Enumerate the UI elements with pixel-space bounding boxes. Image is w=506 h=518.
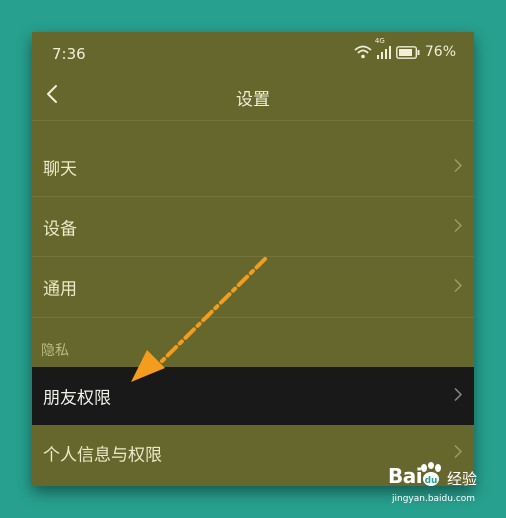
settings-item-chat[interactable]: 聊天: [32, 138, 474, 196]
status-time: 7:36: [52, 45, 86, 63]
divider: [32, 256, 474, 257]
chevron-right-icon: [454, 158, 463, 177]
settings-item-label: 设备: [43, 219, 77, 240]
settings-item-devices[interactable]: 设备: [32, 198, 474, 256]
settings-item-label: 通用: [43, 279, 77, 300]
settings-item-general[interactable]: 通用: [32, 258, 474, 316]
chevron-right-icon: [454, 278, 463, 297]
baidu-jingyan-watermark: Bai du 经验 jingyan.baidu.com: [388, 462, 488, 512]
settings-item-label: 个人信息与权限: [43, 445, 162, 466]
chevron-right-icon: [454, 218, 463, 237]
divider: [32, 120, 474, 121]
wifi-icon: [354, 45, 372, 59]
status-icons: 4G 76%: [354, 37, 456, 60]
phone-screen: 7:36 4G 76% 设置 聊天 设备 通用 隐私 朋友权限 个人信息与权限: [32, 32, 474, 486]
network-type: 4G: [374, 37, 385, 45]
navigation-bar: 设置: [32, 74, 474, 118]
status-bar: 7:36 4G 76%: [32, 32, 474, 74]
settings-item-label: 聊天: [43, 159, 77, 180]
divider: [32, 317, 474, 318]
paw-logo-icon: du: [416, 462, 446, 494]
watermark-jingyan: 经验: [447, 470, 478, 488]
settings-item-friend-permissions[interactable]: 朋友权限: [32, 367, 474, 425]
chevron-right-icon: [454, 387, 463, 406]
cellular-signal-icon: 4G: [375, 37, 391, 59]
watermark-url: jingyan.baidu.com: [392, 494, 476, 504]
section-header-privacy: 隐私: [41, 343, 69, 359]
svg-text:du: du: [425, 476, 438, 486]
battery-percent: 76%: [424, 44, 456, 60]
page-title: 设置: [236, 90, 270, 110]
chevron-right-icon: [454, 444, 463, 463]
battery-icon: [395, 45, 420, 59]
settings-item-label: 朋友权限: [43, 388, 111, 409]
divider: [32, 196, 474, 197]
